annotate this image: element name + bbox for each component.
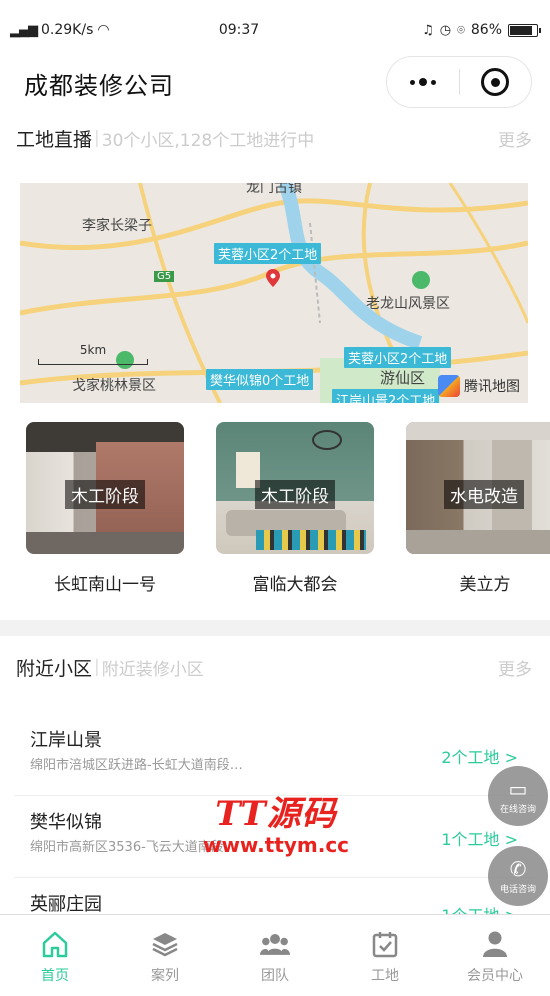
site-card[interactable]: 水电改造 美立方 bbox=[406, 422, 550, 595]
tab-member[interactable]: 会员中心 bbox=[440, 915, 550, 996]
tab-bar: 首页 案列 团队 工地 会员中心 bbox=[0, 914, 550, 996]
list-item[interactable]: 江岸山景 绵阳市涪城区跃进路-长虹大道南段… 2个工地 > bbox=[14, 714, 534, 796]
community-site-count[interactable]: 1个工地 > bbox=[441, 826, 518, 850]
scenic-spot-icon bbox=[412, 271, 430, 289]
site-name: 美立方 bbox=[459, 575, 511, 595]
more-dots-icon bbox=[409, 78, 436, 86]
phone-icon: ✆ bbox=[509, 856, 527, 881]
site-card[interactable]: 木工阶段 长虹南山一号 bbox=[26, 422, 184, 595]
network-speed: 0.29K/s bbox=[41, 22, 94, 38]
map-site-marker[interactable]: 芙蓉小区2个工地 bbox=[344, 347, 452, 368]
signal-icon: ▂▄▆ bbox=[10, 22, 38, 38]
battery-percent: 86% bbox=[470, 22, 502, 38]
site-stage-badge: 木工阶段 bbox=[255, 480, 335, 509]
live-sites-title: 工地直播 bbox=[16, 128, 93, 151]
location-icon: ⌾ bbox=[457, 22, 465, 38]
phone-consult-button[interactable]: ✆ 电话咨询 bbox=[488, 846, 548, 906]
watermark-url: www.ttym.cc bbox=[202, 833, 350, 857]
highway-shield: G5 bbox=[154, 271, 175, 282]
online-chat-button[interactable]: ▭ 在线咨询 bbox=[488, 766, 548, 826]
live-sites-subtitle: 30个小区,128个工地进行中 bbox=[101, 130, 315, 151]
nearby-title: 附近小区 bbox=[16, 657, 93, 680]
site-name: 长虹南山一号 bbox=[54, 575, 156, 595]
section-divider bbox=[0, 620, 550, 636]
status-right: ♫ ◷ ⌾ 86% bbox=[338, 22, 541, 38]
alarm-icon: ◷ bbox=[439, 22, 452, 38]
status-bar: ▂▄▆ 0.29K/s ◠ 09:37 ♫ ◷ ⌾ 86% bbox=[0, 0, 550, 60]
tab-home[interactable]: 首页 bbox=[0, 915, 110, 996]
map-scale-bar bbox=[38, 359, 148, 365]
live-sites-more-link[interactable]: 更多 bbox=[498, 126, 532, 151]
user-icon bbox=[480, 929, 510, 959]
map-place-label: 龙门古镇 bbox=[246, 183, 302, 196]
map-place-label: 戈家桃林景区 bbox=[72, 378, 156, 394]
nearby-header: 附近小区 | 附近装修小区 更多 bbox=[0, 652, 550, 682]
page-title: 成都装修公司 bbox=[24, 72, 174, 100]
online-chat-label: 在线咨询 bbox=[499, 804, 536, 815]
community-site-count[interactable]: 2个工地 > bbox=[441, 744, 518, 768]
chat-bubble-icon: ▭ bbox=[508, 776, 528, 801]
tab-label: 团队 bbox=[261, 968, 289, 984]
tab-label: 会员中心 bbox=[467, 968, 523, 984]
tab-team[interactable]: 团队 bbox=[220, 915, 330, 996]
map-site-marker[interactable]: 江岸山景2个工地 bbox=[332, 389, 440, 403]
watermark-logo: TT源码 bbox=[215, 794, 337, 834]
tab-label: 案列 bbox=[151, 968, 179, 984]
mute-icon: ♫ bbox=[422, 22, 434, 38]
community-address: 绵阳市涪城区跃进路-长虹大道南段… bbox=[30, 758, 243, 773]
map-site-marker[interactable]: 芙蓉小区2个工地 bbox=[214, 243, 322, 264]
tab-cases[interactable]: 案列 bbox=[110, 915, 220, 996]
site-photo: 水电改造 bbox=[406, 422, 550, 554]
nav-bar: 成都装修公司 bbox=[0, 52, 550, 112]
header-separator: | bbox=[94, 657, 100, 677]
site-card[interactable]: 木工阶段 富临大都会 bbox=[216, 422, 374, 595]
map-pin-icon[interactable] bbox=[266, 269, 280, 287]
calendar-check-icon bbox=[370, 929, 400, 959]
target-icon bbox=[481, 68, 510, 96]
map-scale: 5km bbox=[38, 343, 148, 365]
site-photo: 木工阶段 bbox=[26, 422, 184, 554]
community-name: 江岸山景 bbox=[30, 730, 102, 751]
miniprogram-capsule bbox=[386, 56, 532, 108]
site-photo: 木工阶段 bbox=[216, 422, 374, 554]
map-place-label: 游仙区 bbox=[380, 369, 426, 387]
status-time: 09:37 bbox=[218, 22, 260, 38]
site-name: 富临大都会 bbox=[252, 575, 338, 595]
tab-sites[interactable]: 工地 bbox=[330, 915, 440, 996]
phone-consult-label: 电话咨询 bbox=[499, 884, 536, 895]
wifi-icon: ◠ bbox=[97, 22, 110, 38]
battery-icon bbox=[508, 23, 541, 37]
map-site-marker[interactable]: 樊华似锦0个工地 bbox=[206, 369, 314, 390]
layers-icon bbox=[150, 929, 180, 959]
map-place-label: 老龙山风景区 bbox=[366, 296, 450, 312]
header-separator: | bbox=[94, 128, 100, 148]
nearby-subtitle: 附近装修小区 bbox=[101, 659, 204, 680]
home-icon bbox=[40, 929, 70, 959]
live-sites-header: 工地直播 | 30个小区,128个工地进行中 更多 bbox=[0, 123, 550, 153]
site-stage-badge: 木工阶段 bbox=[65, 480, 145, 509]
watermark: TT源码 www.ttym.cc bbox=[196, 795, 356, 857]
tab-label: 首页 bbox=[41, 968, 69, 984]
tencent-map-logo-icon bbox=[438, 375, 460, 397]
map-scale-label: 5km bbox=[79, 343, 107, 357]
team-icon bbox=[260, 929, 290, 959]
battery-fill bbox=[510, 25, 533, 35]
map-place-label: 李家长梁子 bbox=[82, 218, 152, 234]
site-map[interactable]: 龙门古镇 李家长梁子 G5 老龙山风景区 戈家桃林景区 游仙区 芙蓉小区2个工地… bbox=[20, 183, 528, 403]
more-menu-button[interactable] bbox=[387, 57, 459, 107]
community-name: 樊华似锦 bbox=[30, 812, 102, 833]
map-provider-label: 腾讯地图 bbox=[464, 379, 520, 395]
community-name: 英郦庄园 bbox=[30, 894, 102, 915]
close-miniprogram-button[interactable] bbox=[460, 57, 532, 107]
tab-label: 工地 bbox=[371, 968, 399, 984]
map-provider: 腾讯地图 bbox=[438, 375, 520, 397]
nearby-more-link[interactable]: 更多 bbox=[498, 655, 532, 680]
site-stage-badge: 水电改造 bbox=[444, 480, 524, 509]
